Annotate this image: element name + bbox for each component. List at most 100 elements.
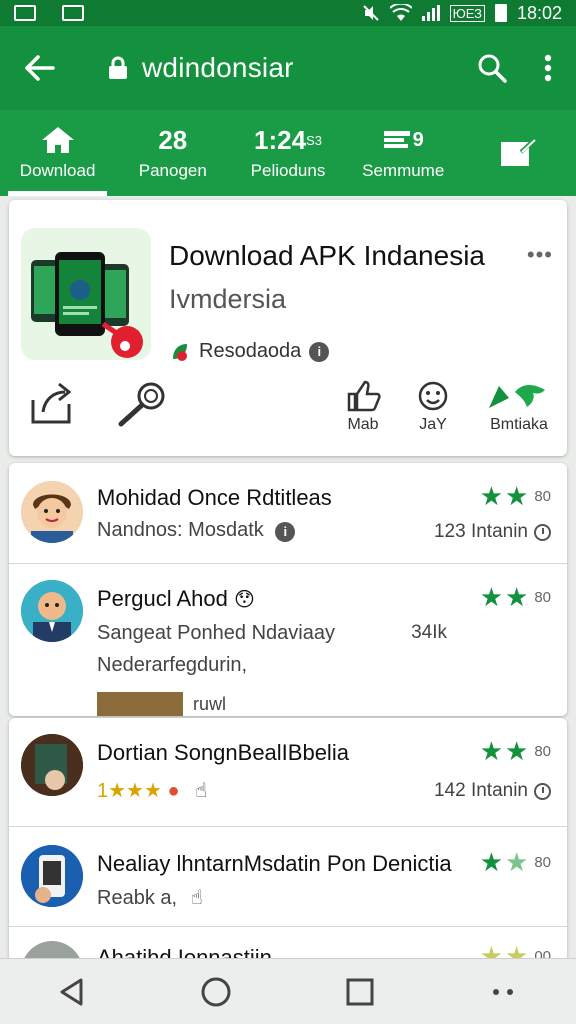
reviewer-name: Nealiay lhntarnMsdatin Pon Denictia [97, 851, 452, 876]
rating-count: 80 [534, 854, 551, 871]
hand-icon: ☝ [190, 887, 203, 909]
lock-icon [109, 56, 127, 79]
emoji-icon: ● [167, 780, 180, 802]
avatar-photo-icon [21, 734, 83, 796]
tab-panogen[interactable]: 28 Panogen [115, 110, 230, 196]
star-icon: ★ [479, 847, 503, 877]
attachment-thumbnail[interactable] [97, 692, 183, 716]
search-button[interactable] [464, 40, 520, 96]
edit-box-icon [501, 138, 537, 166]
app-subtitle: Ivmdersia [169, 284, 287, 314]
smiley-icon [418, 381, 448, 411]
star-icon: ★ [479, 736, 503, 766]
rating-count: 80 [534, 488, 551, 505]
mini-rating: 1★★★ [97, 780, 162, 802]
tab-semmume[interactable]: 9 Semmume [346, 110, 461, 196]
review-time: 123 Intanin [434, 521, 551, 543]
action-label: JaY [419, 416, 447, 433]
rating-stars: ★ ★ 80 [480, 847, 551, 878]
emoji-icon: 😯 [234, 589, 255, 611]
rating-stars: ★ ★ 80 [480, 736, 551, 767]
review-subtitle: Reabk a, ☝ [97, 885, 203, 910]
clock-icon [534, 782, 551, 800]
tab-count-sup: S3 [306, 132, 322, 148]
signal-icon [421, 5, 440, 21]
clock-icon [534, 523, 551, 541]
star-icon: ★ [479, 582, 503, 612]
nav-back-button[interactable] [37, 962, 107, 1022]
reviews-card: Dortian SongnBealIBbelia ★ ★ 80 1★★★ ● ☝ … [9, 718, 567, 978]
phones-app-icon [31, 252, 143, 358]
review-time: 142 Intanin [434, 780, 551, 802]
reviewer-name: Pergucl Ahod 😯 [97, 586, 255, 612]
rating-stars: ★ ★ 80 [480, 481, 551, 512]
nav-recents-icon [346, 978, 374, 1005]
app-card[interactable]: Download APK Indanesia ••• Ivmdersia Res… [9, 200, 567, 456]
review-item[interactable]: Pergucl Ahod 😯 ★ ★ 80 Sangeat Ponhed Ndav… [9, 563, 567, 716]
nav-more-icon [493, 988, 513, 995]
app-bar: wdindonsiar [0, 26, 576, 110]
tab-label: Panogen [138, 161, 207, 180]
rating-count: 80 [534, 589, 551, 606]
thumb-up-action[interactable]: Mab [345, 380, 381, 434]
system-nav-bar [0, 958, 576, 1024]
arrow-left-icon [25, 55, 55, 81]
status-time: 18:02 [516, 2, 562, 23]
developer-name: Resodaoda [199, 340, 302, 362]
more-options-button[interactable] [520, 40, 576, 96]
tab-count: 1:24 S3 [254, 125, 322, 155]
smiley-action[interactable]: JaY [417, 380, 449, 434]
search-action[interactable] [115, 380, 171, 432]
nav-home-button[interactable] [181, 962, 251, 1022]
developer-row[interactable]: Resodaoda i [169, 340, 330, 363]
info-icon[interactable]: i [309, 341, 330, 362]
leaf-icon [489, 385, 545, 408]
share-icon [31, 382, 72, 424]
status-bar: ЮЕЗ 18:02 [0, 0, 576, 26]
mail-icon [62, 5, 84, 21]
app-name: Download APK Indanesia [169, 240, 485, 271]
nav-more-button[interactable] [469, 962, 539, 1022]
avatar-photo-icon [21, 845, 83, 907]
hand-icon: ☝ [195, 780, 208, 802]
star-icon: ★ [505, 847, 529, 877]
avatar [21, 845, 83, 907]
avatar [21, 734, 83, 796]
action-label: Mab [347, 416, 379, 433]
more-vert-icon [544, 54, 552, 82]
review-item[interactable]: Mohidad Once Rdtitleas ★ ★ 80 Nandnos: Mo… [9, 463, 567, 563]
back-button[interactable] [0, 26, 80, 110]
tab-count: 28 [158, 124, 188, 155]
tab-count-value: 9 [412, 128, 424, 151]
page-title: wdindonsiar [142, 52, 294, 83]
review-subtitle: Nandnos: Mosdatk i [97, 519, 296, 542]
nav-recents-button[interactable] [325, 962, 395, 1022]
tab-label: Semmume [362, 161, 445, 180]
tab-edit[interactable] [461, 110, 576, 196]
attachment-label: ruwl [193, 694, 227, 714]
more-horiz-icon[interactable]: ••• [527, 242, 553, 268]
review-subtitle-2: Nederarfegdurin, [97, 654, 248, 676]
leaf-action[interactable]: Bmtiaka [485, 380, 553, 434]
tab-pelioduns[interactable]: 1:24 S3 Pelioduns [230, 110, 345, 196]
battery-label: ЮЕЗ [449, 4, 485, 22]
share-action[interactable] [29, 380, 75, 430]
reviewer-name: Dortian SongnBealIBbelia [97, 740, 349, 765]
reviewer-name-text: Pergucl Ahod [97, 586, 228, 611]
star-icon: ★ [505, 582, 529, 612]
review-item[interactable]: Nealiay lhntarnMsdatin Pon Denictia ★ ★ 8… [9, 826, 567, 926]
mute-icon [362, 5, 379, 21]
wifi-icon [389, 4, 412, 21]
magnifier-icon [118, 382, 165, 427]
avatar-face-icon [21, 481, 83, 543]
rating-stars: ★ ★ 80 [480, 582, 551, 613]
app-icon [21, 228, 151, 360]
avatar [21, 580, 83, 642]
review-item[interactable]: Dortian SongnBealIBbelia ★ ★ 80 1★★★ ● ☝ … [9, 718, 567, 826]
developer-leaf-icon [173, 343, 187, 361]
search-icon [478, 54, 507, 83]
rating-count: 80 [534, 743, 551, 760]
review-subtitle-text: Reabk a, [97, 887, 178, 909]
info-icon[interactable]: i [275, 521, 296, 542]
tab-download[interactable]: Download [0, 110, 115, 196]
